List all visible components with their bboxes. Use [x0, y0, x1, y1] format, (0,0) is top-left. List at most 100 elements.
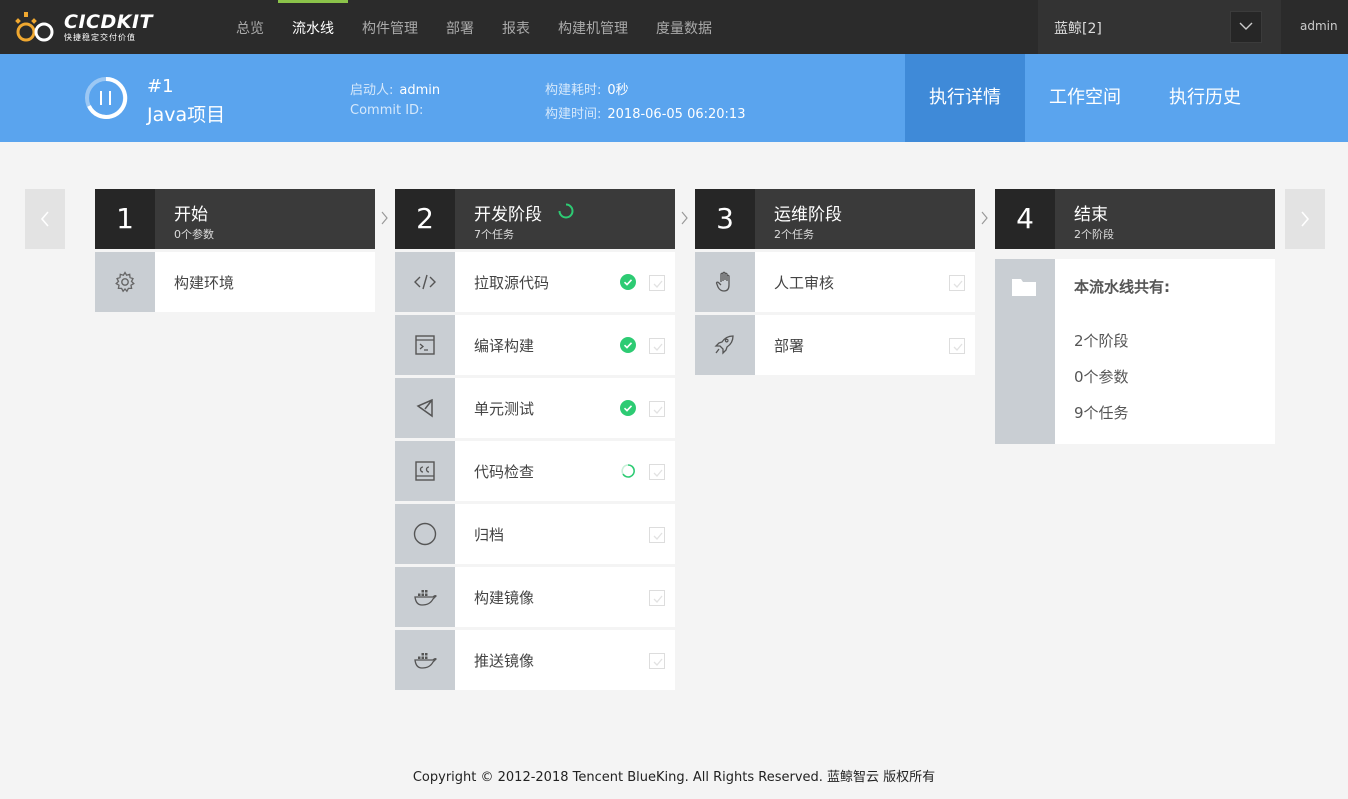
task-checkbox[interactable] [949, 338, 965, 354]
docker-icon [414, 653, 437, 669]
tab-execution-history[interactable]: 执行历史 [1145, 54, 1265, 142]
business-selector[interactable]: 蓝鲸[2] [1038, 0, 1281, 54]
stage-arrow-icon [381, 211, 388, 225]
task-item[interactable]: 编译构建 [395, 315, 675, 375]
task-name: 构建镜像 [474, 589, 535, 607]
stage-arrow-icon [981, 211, 988, 225]
starter-value: admin [399, 83, 441, 98]
business-dropdown-button[interactable] [1230, 11, 1262, 43]
stage-header[interactable]: 3 运维阶段 2个任务 [695, 189, 975, 249]
task-checkbox[interactable] [649, 401, 665, 417]
chevron-right-icon [1301, 211, 1310, 227]
stage-subtitle: 2个任务 [774, 228, 814, 241]
success-check-icon [620, 400, 636, 416]
task-checkbox[interactable] [649, 590, 665, 606]
success-check-icon [620, 274, 636, 290]
task-checkbox[interactable] [649, 275, 665, 291]
task-name: 人工审核 [774, 274, 835, 292]
task-checkbox[interactable] [649, 338, 665, 354]
stage-header[interactable]: 4 结束 2个阶段 [995, 189, 1275, 249]
starter-label: 启动人: [350, 83, 394, 98]
task-checkbox[interactable] [949, 275, 965, 291]
task-name: 推送镜像 [474, 652, 535, 670]
hand-icon [715, 271, 730, 292]
stage-number: 3 [695, 189, 755, 249]
scroll-right-button[interactable] [1285, 189, 1325, 249]
detail-tabs: 执行详情 工作空间 执行历史 [905, 54, 1265, 142]
nav-item-pipeline[interactable]: 流水线 [278, 0, 348, 54]
success-check-icon [620, 337, 636, 353]
footer-copyright: Copyright © 2012-2018 Tencent BlueKing. … [412, 770, 936, 785]
task-item[interactable]: 部署 [695, 315, 975, 375]
checkmark-icon [953, 280, 963, 288]
unit-test-icon [416, 398, 433, 418]
docker-icon [414, 590, 437, 606]
task-item[interactable]: 构建镜像 [395, 567, 675, 627]
task-name: 拉取源代码 [474, 274, 550, 292]
summary-stage-count: 2个阶段 [1074, 332, 1129, 350]
task-item[interactable]: 代码检查 [395, 441, 675, 501]
nav-item-deploy[interactable]: 部署 [432, 0, 488, 54]
chevron-left-icon [40, 211, 49, 227]
stage-end: 4 结束 2个阶段 本流水线共有: 2个阶段 0个参数 9个任务 [995, 189, 1275, 444]
stage-header[interactable]: 1 开始 0个参数 [95, 189, 375, 249]
task-item[interactable]: 拉取源代码 [395, 252, 675, 312]
task-name: 代码检查 [474, 463, 535, 481]
stage-subtitle: 7个任务 [474, 228, 514, 241]
stage-number: 1 [95, 189, 155, 249]
build-time-info: 构建时间: 2018-06-05 06:20:13 [545, 103, 745, 122]
stage-dev: 2 开发阶段 7个任务 拉取源代码 编译构建 单元测试 代码检查 归档 构建镜像… [395, 189, 675, 690]
task-name: 部署 [774, 337, 805, 355]
task-item[interactable]: 单元测试 [395, 378, 675, 438]
nav-item-artifacts[interactable]: 构件管理 [348, 0, 432, 54]
stage-title: 运维阶段 [774, 205, 842, 225]
build-time-label: 构建时间: [545, 107, 602, 122]
stage-title: 开发阶段 [474, 205, 542, 225]
stage-header[interactable]: 2 开发阶段 7个任务 [395, 189, 675, 249]
terminal-icon [415, 335, 435, 355]
logo-subtitle: 快捷稳定交付价值 [64, 33, 136, 42]
nav-item-build-machines[interactable]: 构建机管理 [544, 0, 642, 54]
stage-ops: 3 运维阶段 2个任务 人工审核 部署 [695, 189, 975, 375]
pause-status-icon[interactable] [84, 76, 128, 120]
checkmark-icon [653, 406, 663, 414]
logo-icon [15, 12, 54, 42]
user-menu[interactable]: admin [1300, 19, 1338, 33]
nav-item-overview[interactable]: 总览 [222, 0, 278, 54]
pipeline-summary: 本流水线共有: 2个阶段 0个参数 9个任务 [995, 259, 1275, 444]
scroll-left-button[interactable] [25, 189, 65, 249]
tab-workspace[interactable]: 工作空间 [1025, 54, 1145, 142]
circle-icon [413, 522, 437, 546]
nav-item-metrics[interactable]: 度量数据 [642, 0, 726, 54]
task-checkbox[interactable] [649, 653, 665, 669]
task-name: 编译构建 [474, 337, 535, 355]
task-item[interactable]: 人工审核 [695, 252, 975, 312]
checkmark-icon [653, 658, 663, 666]
stage-subtitle: 2个阶段 [1074, 228, 1114, 241]
task-item[interactable]: 构建环境 [95, 252, 375, 312]
stage-arrow-icon [681, 211, 688, 225]
task-item[interactable]: 归档 [395, 504, 675, 564]
tab-execution-detail[interactable]: 执行详情 [905, 54, 1025, 142]
top-navbar: CICDKIT 快捷稳定交付价值 总览 流水线 构件管理 部署 报表 构建机管理… [0, 0, 1348, 54]
task-checkbox[interactable] [649, 527, 665, 543]
task-name: 构建环境 [174, 274, 235, 292]
build-number: #1 [147, 76, 174, 97]
code-check-icon [415, 461, 435, 481]
running-spinner-icon [621, 464, 635, 478]
build-time-value: 2018-06-05 06:20:13 [607, 107, 746, 122]
task-item[interactable]: 推送镜像 [395, 630, 675, 690]
duration-value: 0秒 [607, 83, 629, 98]
task-name: 单元测试 [474, 400, 535, 418]
duration-info: 构建耗时: 0秒 [545, 79, 629, 98]
chevron-down-icon [1239, 22, 1253, 30]
rocket-icon [714, 335, 734, 355]
pipeline-name: Java项目 [147, 104, 226, 126]
nav-item-reports[interactable]: 报表 [488, 0, 544, 54]
summary-param-count: 0个参数 [1074, 368, 1129, 386]
app-logo[interactable]: CICDKIT 快捷稳定交付价值 [14, 10, 154, 46]
task-checkbox[interactable] [649, 464, 665, 480]
main-nav: 总览 流水线 构件管理 部署 报表 构建机管理 度量数据 [222, 0, 726, 54]
running-spinner-icon [558, 203, 574, 219]
stage-number: 4 [995, 189, 1055, 249]
